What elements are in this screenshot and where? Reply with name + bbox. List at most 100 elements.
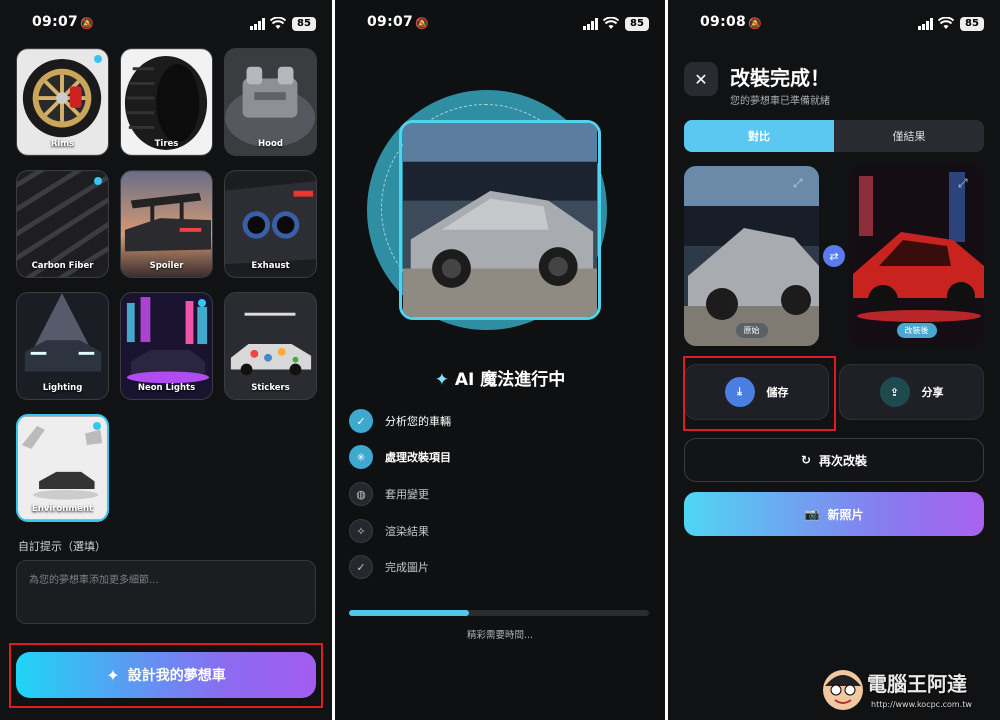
tile-label: Tires	[154, 139, 179, 149]
tile-hood[interactable]: Hood	[224, 48, 317, 156]
modified-tag: 改裝後	[896, 323, 937, 338]
wifi-icon	[938, 17, 954, 29]
share-icon: ⇪	[879, 377, 910, 407]
mute-icon: 🔕	[80, 17, 94, 30]
selected-dot	[94, 55, 102, 63]
share-button[interactable]: ⇪ 分享	[839, 364, 984, 420]
tile-exhaust[interactable]: Exhaust	[224, 170, 317, 278]
tile-stickers[interactable]: Stickers	[224, 292, 317, 400]
wifi-icon	[270, 17, 286, 29]
signal-icon	[918, 18, 933, 30]
tile-environment[interactable]: Environment	[16, 414, 109, 522]
wait-text: 精彩需要時間...	[466, 630, 534, 641]
step-render: ✧ 渲染結果	[349, 518, 429, 544]
expand-icon[interactable]: ⤢	[958, 176, 974, 192]
cybertruck-photo	[403, 123, 597, 317]
battery-indicator: 85	[960, 17, 984, 31]
progress-bar	[349, 610, 649, 616]
done-title: 改裝完成！	[730, 66, 830, 90]
tile-label: Stickers	[251, 383, 290, 393]
original-image[interactable]: ⤢ 原始	[684, 166, 819, 346]
status-bar: 09:07 🔕 85	[0, 14, 332, 36]
tile-label: Exhaust	[251, 261, 290, 271]
modify-again-button[interactable]: ↻ 再次改裝	[684, 438, 984, 482]
result-screen: 09:08 🔕 85 ✕ 改裝完成！ 您的夢想車已準備就緒 對比 僅結果 ⤢ 原…	[668, 0, 1000, 720]
tab-result-only[interactable]: 僅結果	[834, 120, 984, 152]
progress-fill	[349, 610, 469, 616]
new-photo-label: 新照片	[827, 507, 864, 522]
selected-dot	[198, 299, 206, 307]
tile-label: Lighting	[42, 383, 83, 393]
signal-icon	[583, 18, 598, 30]
modified-car-photo	[849, 166, 984, 346]
step-label: 套用變更	[385, 488, 429, 501]
done-subtitle: 您的夢想車已準備就緒	[730, 96, 830, 107]
custom-prompt-label: 自訂提示（選填）	[18, 540, 106, 553]
close-icon: ✕	[694, 69, 708, 89]
tile-carbon-fiber[interactable]: Carbon Fiber	[16, 170, 109, 278]
signal-icon	[250, 18, 265, 30]
sparkles-icon: ✧	[349, 519, 373, 543]
step-label: 渲染結果	[385, 525, 429, 538]
battery-indicator: 85	[625, 17, 649, 31]
redo-label: 再次改裝	[819, 453, 868, 468]
tile-label: Spoiler	[149, 261, 184, 271]
status-time: 09:08	[700, 14, 747, 30]
status-time: 09:07	[32, 14, 79, 30]
camera-icon: 📷	[804, 507, 820, 521]
step-analyze: ✓ 分析您的車輛	[349, 408, 451, 434]
tile-rims[interactable]: Rims	[16, 48, 109, 156]
step-label: 分析您的車輛	[385, 415, 451, 428]
magic-title-text: AI 魔法進行中	[454, 370, 566, 390]
tile-lighting[interactable]: Lighting	[16, 292, 109, 400]
car-photo	[399, 120, 601, 320]
watermark-text: 電腦王阿達	[867, 672, 967, 696]
tile-label: Neon Lights	[137, 383, 196, 393]
tile-tires[interactable]: Tires	[120, 48, 213, 156]
view-toggle: 對比 僅結果	[684, 120, 984, 152]
tile-label: Hood	[258, 139, 283, 149]
tile-label: Carbon Fiber	[31, 261, 94, 271]
refresh-icon: ↻	[800, 453, 812, 467]
watermark: 電腦王阿達 http://www.kocpc.com.tw	[819, 662, 994, 718]
modified-image[interactable]: ⤢ 改裝後	[849, 166, 984, 346]
tile-label: Environment	[31, 504, 94, 514]
step-finish: ✓ 完成圖片	[349, 554, 429, 580]
tile-label: Rims	[50, 139, 75, 149]
battery-indicator: 85	[292, 17, 316, 31]
magic-title: ✦ AI 魔法進行中	[335, 365, 665, 390]
sparkle-icon: ✦	[434, 370, 449, 390]
mascot-logo	[823, 670, 863, 710]
check-icon: ✓	[349, 409, 373, 433]
step-apply: ◍ 套用變更	[349, 481, 429, 507]
step-process: ✳ 處理改裝項目	[349, 444, 451, 470]
highlight-box	[683, 356, 836, 431]
swap-icon[interactable]: ⇄	[823, 245, 845, 267]
original-car-photo	[684, 166, 819, 346]
spinner-icon: ✳	[349, 445, 373, 469]
status-bar: 09:07 🔕 85	[335, 14, 665, 36]
selected-dot	[94, 177, 102, 185]
mute-icon: 🔕	[748, 17, 762, 30]
status-time: 09:07	[367, 14, 414, 30]
custom-prompt-input[interactable]: 為您的夢想車添加更多細節...	[16, 560, 316, 624]
palette-icon: ◍	[349, 482, 373, 506]
new-photo-button[interactable]: 📷 新照片	[684, 492, 984, 536]
share-label: 分享	[921, 386, 944, 399]
original-tag: 原始	[735, 323, 768, 338]
mute-icon: 🔕	[415, 17, 429, 30]
check-circle-icon: ✓	[349, 555, 373, 579]
customize-screen: 09:07 🔕 85 Rims Tires Hood Carbon Fiber …	[0, 0, 332, 720]
highlight-box	[9, 643, 323, 708]
step-label: 處理改裝項目	[385, 451, 451, 464]
tile-neon-lights[interactable]: Neon Lights	[120, 292, 213, 400]
watermark-url: http://www.kocpc.com.tw	[871, 700, 972, 709]
close-button[interactable]: ✕	[684, 62, 718, 96]
selected-dot	[93, 422, 101, 430]
wifi-icon	[603, 17, 619, 29]
expand-icon[interactable]: ⤢	[793, 176, 809, 192]
processing-screen: 09:07 🔕 85 ✦ AI 魔法進行中 ✓ 分析您的車輛 ✳ 處理改裝項目 …	[335, 0, 665, 720]
step-label: 完成圖片	[385, 561, 429, 574]
tile-spoiler[interactable]: Spoiler	[120, 170, 213, 278]
tab-compare[interactable]: 對比	[684, 120, 834, 152]
